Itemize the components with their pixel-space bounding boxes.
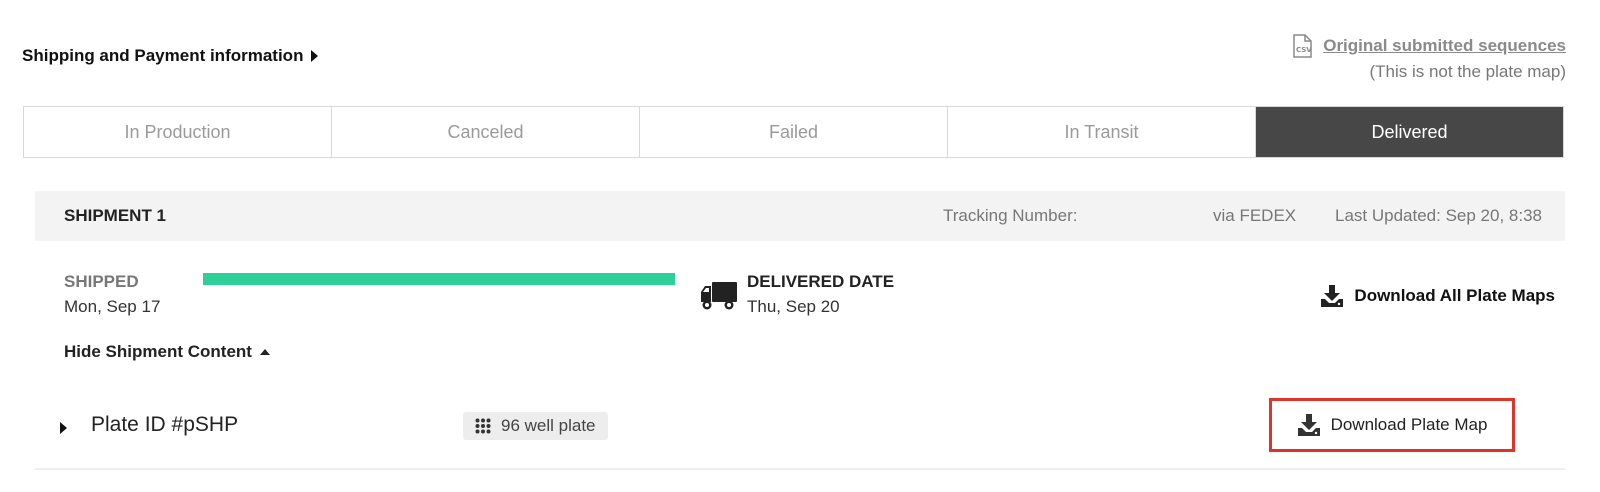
- shipping-payment-toggle[interactable]: Shipping and Payment information: [22, 46, 319, 66]
- delivered-date: Thu, Sep 20: [747, 297, 840, 316]
- last-updated-label: Last Updated: Sep 20, 8:38: [1335, 206, 1542, 225]
- truck-icon: [701, 282, 737, 310]
- plate-id-label: Plate ID #pSHP: [91, 413, 239, 436]
- original-sequences-block: CSV Original submitted sequences (This i…: [1291, 34, 1566, 82]
- caret-up-icon: [259, 349, 270, 355]
- tab-canceled[interactable]: Canceled: [332, 107, 640, 157]
- hide-shipment-content-label: Hide Shipment Content: [64, 342, 252, 361]
- download-icon: [1321, 285, 1344, 307]
- shipped-date: Mon, Sep 17: [64, 297, 161, 316]
- shipment-header: SHIPMENT 1 Tracking Number: via FEDEX La…: [35, 191, 1565, 241]
- download-icon: [1297, 414, 1320, 436]
- original-sequences-note: (This is not the plate map): [1369, 62, 1566, 81]
- status-tabs: In Production Canceled Failed In Transit…: [23, 106, 1564, 158]
- original-sequences-link[interactable]: CSV Original submitted sequences: [1291, 34, 1566, 58]
- hide-shipment-content-toggle[interactable]: Hide Shipment Content: [64, 342, 270, 362]
- tab-delivered[interactable]: Delivered: [1256, 107, 1563, 157]
- plate-row: Plate ID #pSHP 96 well plate Download Pl…: [35, 398, 1565, 470]
- download-plate-map-button[interactable]: Download Plate Map: [1269, 398, 1515, 452]
- shipment-title: SHIPMENT 1: [64, 206, 167, 225]
- download-all-label: Download All Plate Maps: [1354, 286, 1555, 305]
- plate-type-label: 96 well plate: [501, 416, 596, 435]
- original-sequences-label: Original submitted sequences: [1323, 36, 1566, 55]
- tab-in-production[interactable]: In Production: [24, 107, 332, 157]
- shipped-label: SHIPPED: [64, 272, 139, 291]
- shipment-progress-fill: [203, 273, 675, 285]
- tracking-number-label: Tracking Number:: [943, 206, 1078, 225]
- svg-text:CSV: CSV: [1296, 46, 1312, 54]
- grid-icon: [475, 418, 491, 434]
- delivered-label: DELIVERED DATE: [747, 272, 895, 291]
- shipment-progress-bar: [203, 273, 675, 285]
- tab-failed[interactable]: Failed: [640, 107, 948, 157]
- plate-type-badge: 96 well plate: [463, 412, 608, 440]
- shipped-status: SHIPPED Mon, Sep 17: [64, 272, 160, 317]
- caret-right-icon: [311, 50, 319, 62]
- carrier-label: via FEDEX: [1213, 206, 1297, 225]
- tab-in-transit[interactable]: In Transit: [948, 107, 1256, 157]
- csv-file-icon: CSV: [1293, 34, 1313, 58]
- download-all-plate-maps-button[interactable]: Download All Plate Maps: [1320, 284, 1555, 308]
- delivered-status: DELIVERED DATE Thu, Sep 20: [747, 272, 894, 317]
- shipping-payment-label: Shipping and Payment information: [22, 46, 304, 65]
- expand-plate-caret-icon[interactable]: [60, 422, 67, 434]
- download-plate-map-label: Download Plate Map: [1330, 415, 1488, 434]
